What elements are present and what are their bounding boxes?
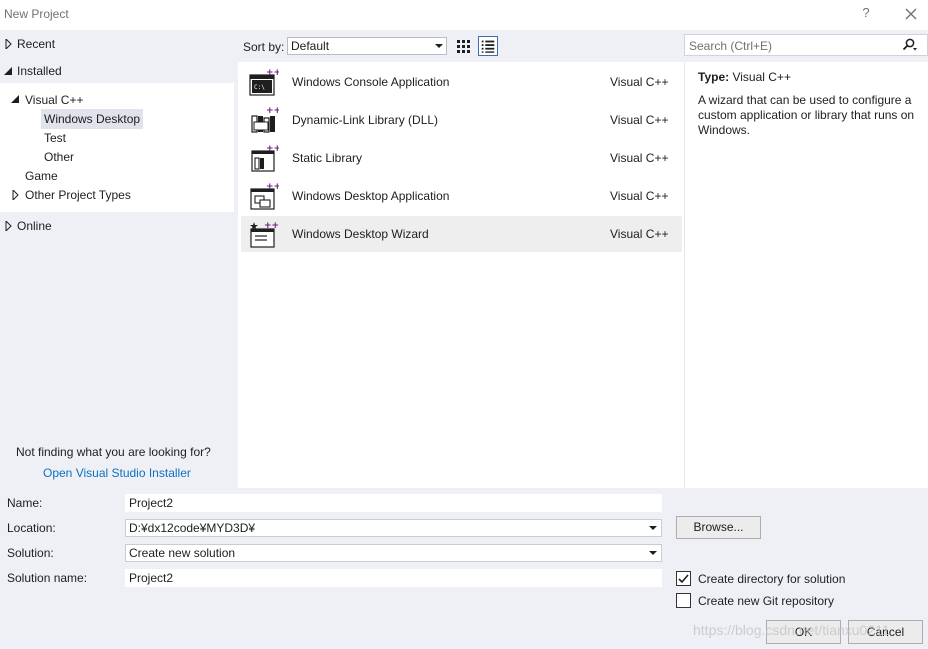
solution-name-label: Solution name: bbox=[7, 571, 88, 585]
template-language: Visual C++ bbox=[610, 189, 669, 203]
console-app-icon: C:\ ++ bbox=[249, 68, 279, 96]
installed-group: Visual C++ Windows Desktop Test Other Ga… bbox=[0, 83, 234, 212]
type-label: Type: bbox=[698, 70, 730, 84]
create-git-checkbox[interactable] bbox=[676, 593, 691, 608]
sort-value: Default bbox=[291, 39, 330, 53]
template-row-desktop-wizard[interactable]: ++ Windows Desktop Wizard Visual C++ bbox=[241, 216, 682, 252]
chevron-down-icon bbox=[435, 44, 443, 48]
svg-text:++: ++ bbox=[266, 182, 279, 192]
expand-arrow-icon[interactable] bbox=[4, 39, 14, 49]
tree-item-test[interactable]: Test bbox=[44, 128, 66, 148]
browse-button[interactable]: Browse... bbox=[676, 516, 761, 539]
name-field[interactable]: Project2 bbox=[125, 494, 662, 512]
window-title: New Project bbox=[4, 7, 69, 21]
project-form: Name: Project2 Location: D:¥dx12code¥MYD… bbox=[0, 488, 928, 649]
location-label: Location: bbox=[7, 521, 56, 535]
tree-item-windows-desktop[interactable]: Windows Desktop bbox=[41, 109, 144, 129]
title-bar: New Project ? bbox=[0, 0, 928, 30]
template-row-dll[interactable]: ++ Dynamic-Link Library (DLL) Visual C++ bbox=[241, 102, 682, 138]
tree-item-online[interactable]: Online bbox=[17, 216, 52, 236]
static-library-icon: ++ bbox=[251, 144, 279, 172]
template-language: Visual C++ bbox=[610, 151, 669, 165]
search-input[interactable]: Search (Ctrl+E) bbox=[684, 34, 928, 56]
solution-dropdown[interactable]: Create new solution bbox=[125, 544, 662, 562]
tree-item-recent[interactable]: Recent bbox=[17, 34, 55, 54]
svg-text:C:\: C:\ bbox=[254, 84, 265, 91]
list-view-icon[interactable] bbox=[478, 36, 498, 56]
search-placeholder: Search (Ctrl+E) bbox=[689, 39, 773, 53]
svg-text:++: ++ bbox=[266, 106, 279, 116]
desktop-app-icon: ++ bbox=[250, 182, 279, 210]
template-name: Windows Desktop Wizard bbox=[292, 227, 429, 241]
expand-arrow-icon[interactable] bbox=[11, 190, 21, 200]
expand-arrow-icon[interactable] bbox=[4, 221, 14, 231]
create-directory-checkbox[interactable] bbox=[676, 571, 691, 586]
svg-text:++: ++ bbox=[266, 144, 279, 154]
help-button[interactable]: ? bbox=[858, 5, 874, 23]
close-icon[interactable] bbox=[900, 3, 922, 25]
svg-text:++: ++ bbox=[266, 68, 279, 78]
template-details: Type: Visual C++ A wizard that can be us… bbox=[684, 62, 928, 488]
template-row-console[interactable]: C:\ ++ Windows Console Application Visua… bbox=[241, 64, 682, 100]
category-tree: Recent Installed Visual C++ Windows Desk… bbox=[0, 30, 238, 488]
solution-value: Create new solution bbox=[129, 546, 236, 560]
not-finding-hint: Not finding what you are looking for? bbox=[16, 445, 211, 459]
name-label: Name: bbox=[7, 496, 43, 510]
template-name: Dynamic-Link Library (DLL) bbox=[292, 113, 439, 127]
template-row-desktop-app[interactable]: ++ Windows Desktop Application Visual C+… bbox=[241, 178, 682, 214]
type-value: Visual C++ bbox=[732, 70, 791, 84]
checkmark-icon bbox=[678, 574, 689, 584]
solution-label: Solution: bbox=[7, 546, 54, 560]
search-icon[interactable] bbox=[901, 38, 917, 52]
tree-item-other-project-types[interactable]: Other Project Types bbox=[25, 185, 131, 205]
sort-dropdown[interactable]: Default bbox=[287, 37, 447, 55]
location-combo[interactable]: D:¥dx12code¥MYD3D¥ bbox=[125, 519, 662, 537]
chevron-down-icon bbox=[649, 526, 657, 530]
watermark: https://blog.csdn.net/tianxu0211 bbox=[693, 622, 890, 638]
sort-toolbar: Sort by: Default bbox=[238, 30, 684, 62]
sort-label: Sort by: bbox=[243, 40, 285, 54]
svg-text:++: ++ bbox=[264, 221, 279, 231]
chevron-down-icon bbox=[649, 551, 657, 555]
desktop-wizard-icon: ++ bbox=[250, 221, 279, 248]
dll-icon: ++ bbox=[251, 106, 279, 133]
location-value: D:¥dx12code¥MYD3D¥ bbox=[129, 521, 256, 535]
template-language: Visual C++ bbox=[610, 75, 669, 89]
tree-item-visual-cpp[interactable]: Visual C++ bbox=[25, 90, 83, 110]
type-line: Type: Visual C++ bbox=[698, 70, 791, 84]
collapse-arrow-icon[interactable] bbox=[4, 66, 14, 76]
tree-item-installed[interactable]: Installed bbox=[17, 61, 62, 81]
collapse-arrow-icon[interactable] bbox=[11, 94, 21, 104]
solution-name-field[interactable]: Project2 bbox=[125, 569, 662, 587]
create-git-label: Create new Git repository bbox=[698, 594, 835, 608]
grid-view-icon[interactable] bbox=[453, 36, 473, 56]
tree-item-other[interactable]: Other bbox=[44, 147, 74, 167]
template-language: Visual C++ bbox=[610, 113, 669, 127]
template-language: Visual C++ bbox=[610, 227, 669, 241]
template-list: C:\ ++ Windows Console Application Visua… bbox=[238, 62, 684, 488]
template-description: A wizard that can be used to configure a… bbox=[698, 93, 915, 137]
template-row-static-library[interactable]: ++ Static Library Visual C++ bbox=[241, 140, 682, 176]
template-name: Windows Desktop Application bbox=[292, 189, 450, 203]
template-name: Static Library bbox=[292, 151, 363, 165]
open-installer-link[interactable]: Open Visual Studio Installer bbox=[43, 466, 191, 480]
tree-item-game[interactable]: Game bbox=[25, 166, 58, 186]
create-directory-label: Create directory for solution bbox=[698, 572, 846, 586]
template-name: Windows Console Application bbox=[292, 75, 450, 89]
